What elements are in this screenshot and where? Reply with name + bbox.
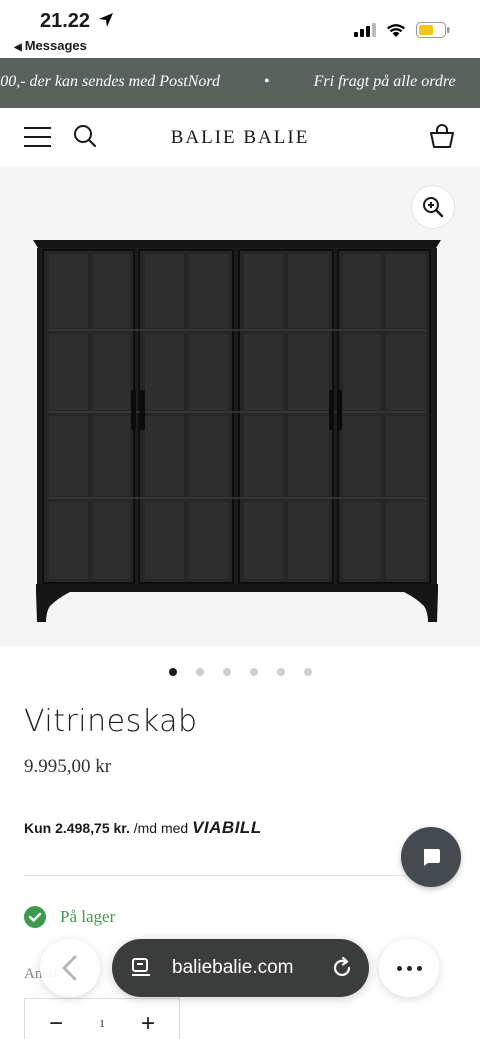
product-price: 9.995,00 kr [24,756,112,777]
battery-icon [416,22,450,38]
status-time: 21.22 [40,10,91,32]
quantity-increase-button[interactable]: + [141,1012,155,1036]
product-gallery[interactable] [0,166,480,646]
quantity-stepper[interactable]: − 1 + [24,998,180,1039]
back-triangle-icon: ◀ [14,42,22,53]
cart-icon[interactable] [428,122,456,150]
url-text: baliebalie.com [172,957,294,978]
quantity-value[interactable]: 1 [99,1018,105,1030]
page-menu-icon [132,958,150,976]
wifi-icon [387,23,405,37]
site-header: BALIE BALIE [0,108,480,166]
location-arrow-icon [99,13,113,27]
quantity-decrease-button[interactable]: − [49,1012,63,1036]
viabill-amount: Kun 2.498,75 kr. [24,820,130,836]
divider [24,875,408,876]
status-icons [354,22,450,38]
status-bar: 21.22 ◀ Messages [0,0,480,58]
chevron-left-icon [62,955,77,981]
stock-text: På lager [60,907,116,926]
chat-button[interactable] [401,827,461,887]
reload-icon[interactable] [330,956,354,980]
site-logo[interactable]: BALIE BALIE [0,127,480,149]
back-to-messages[interactable]: ◀ Messages [14,38,87,53]
gallery-pagination [0,668,480,676]
gallery-dot[interactable] [249,668,258,676]
back-label: Messages [24,38,87,53]
gallery-dot[interactable] [195,668,204,676]
viabill-middle: /md med [133,820,189,836]
more-dot-icon [416,965,422,971]
viabill-logo: VIABILL [192,818,262,837]
zoom-in-icon [423,197,444,218]
browser-url-bar[interactable]: baliebalie.com [112,939,369,997]
stock-status: På lager [24,906,115,928]
chat-icon [424,849,440,866]
announcement-text: r 500,- der kan sendes med PostNord [0,73,221,90]
viabill-installment[interactable]: Kun 2.498,75 kr. /md med VIABILL [24,818,262,838]
gallery-dot[interactable] [168,668,177,676]
gallery-dot[interactable] [222,668,231,676]
signal-icon [354,23,376,37]
browser-back-button[interactable] [40,939,100,997]
zoom-button[interactable] [411,185,455,229]
browser-more-button[interactable] [379,939,439,997]
announcement-bar: r 500,- der kan sendes med PostNord • Fr… [0,58,480,108]
gallery-dot[interactable] [303,668,312,676]
more-dot-icon [406,965,412,971]
more-dot-icon [396,965,402,971]
announcement-separator: • [264,73,270,90]
product-title: Vitrineskab [24,704,198,739]
gallery-dot[interactable] [276,668,285,676]
announcement-text: Fri fragt på alle ordre [313,73,456,90]
product-image [33,240,441,622]
check-circle-icon [24,906,46,928]
